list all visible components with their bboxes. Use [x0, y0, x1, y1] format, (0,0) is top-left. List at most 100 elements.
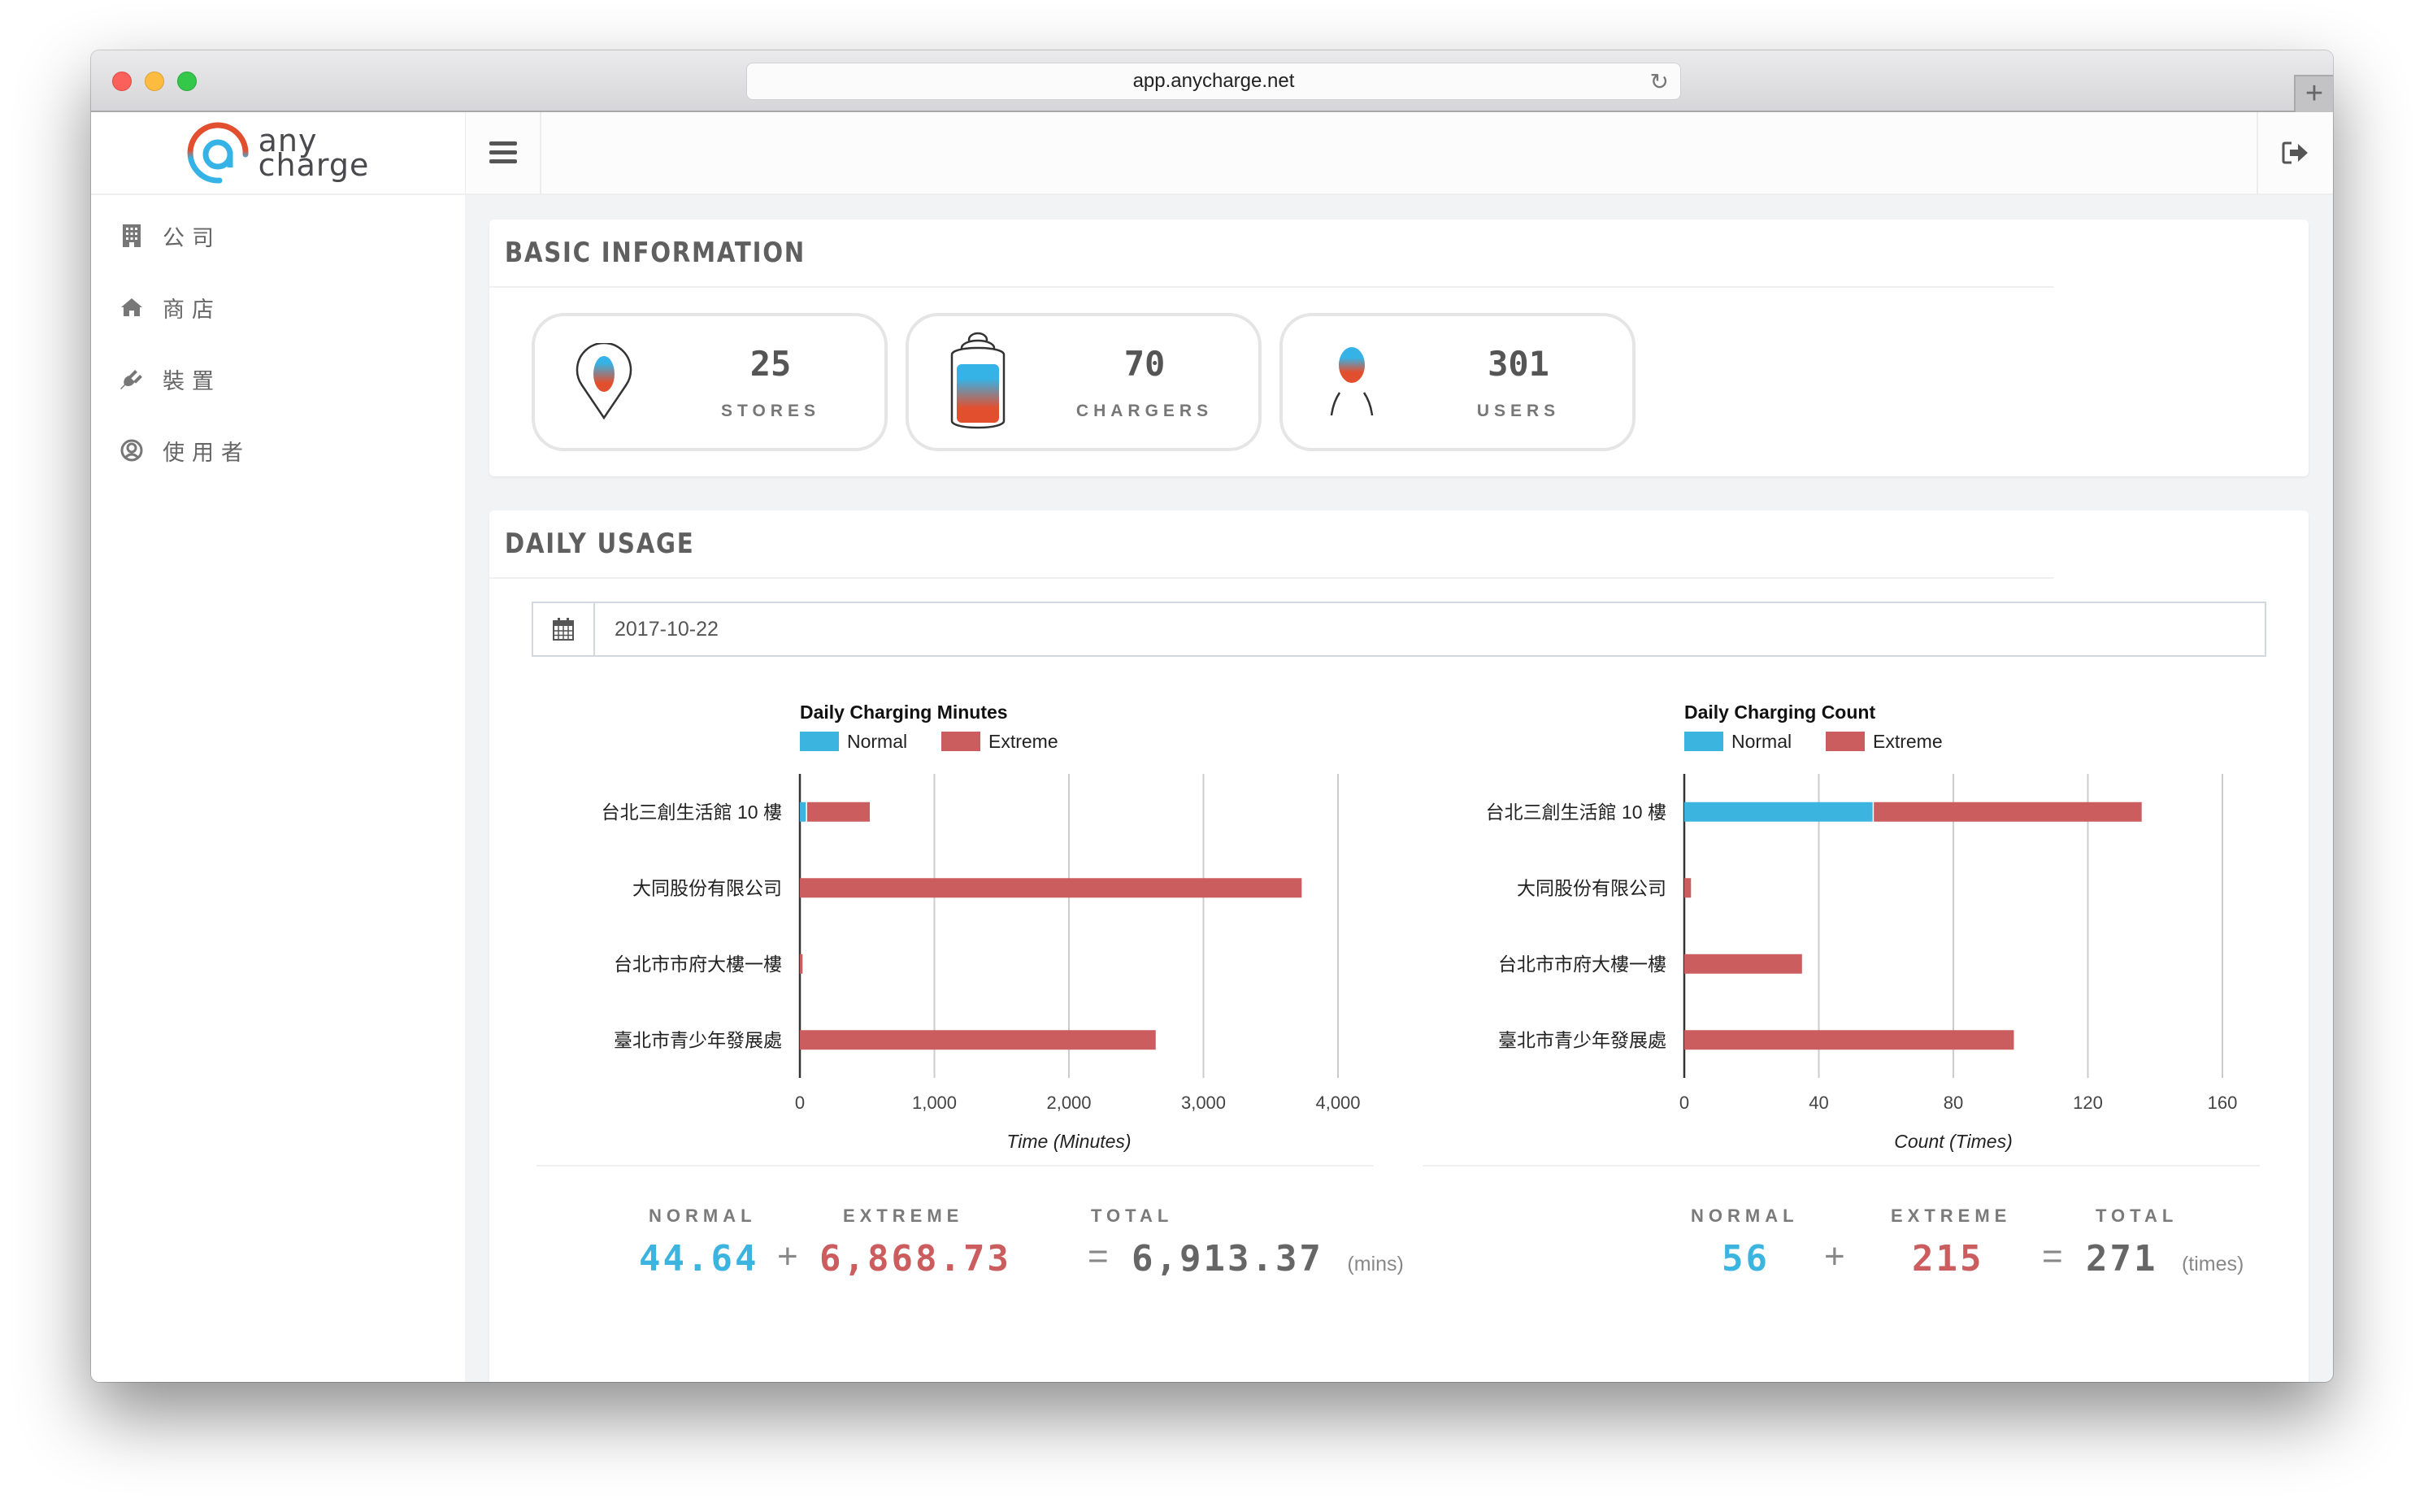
bar-normal [800, 802, 806, 822]
user-circle-icon [120, 439, 143, 462]
user-icon [1330, 347, 1374, 416]
date-input[interactable] [595, 603, 2265, 655]
total-value: 271 (times) [2086, 1238, 2244, 1280]
logo-at-icon [187, 122, 249, 184]
stat-value: 301 [1488, 343, 1549, 384]
bar-extreme [800, 878, 1302, 898]
legend-label-normal: Normal [1731, 731, 1792, 752]
x-tick-label: 3,000 [1181, 1093, 1226, 1113]
legend-swatch-extreme [941, 732, 980, 751]
anycharge-logo[interactable]: any charge [187, 122, 370, 184]
stat-card-stores[interactable]: 25 STORES [532, 313, 888, 451]
sidebar-item-label: 裝置 [163, 368, 221, 393]
close-window-button[interactable] [112, 72, 132, 91]
plus-sign: + [1824, 1236, 1845, 1276]
bar-extreme [1684, 878, 1692, 898]
chart-svg: Daily Charging Minutes Normal Extreme 0 1,00… [602, 702, 1361, 1152]
stat-card-chargers[interactable]: 70 CHARGERS [906, 313, 1262, 451]
sidebar-item-label: 商店 [163, 297, 221, 322]
stat-value: 25 [749, 343, 792, 384]
equals-sign: = [1088, 1236, 1109, 1276]
chart-title: Daily Charging Count [1684, 702, 1875, 723]
normal-value: 44.64 [639, 1238, 759, 1280]
x-tick-label: 40 [1809, 1093, 1828, 1113]
legend-label-extreme: Extreme [988, 731, 1058, 752]
extreme-label: EXTREME [843, 1206, 964, 1226]
calendar-button[interactable] [533, 603, 595, 655]
y-category-label: 台北市市府大樓一樓 [614, 954, 782, 975]
legend-swatch-normal [800, 732, 839, 751]
unit-label: (times) [2181, 1253, 2244, 1275]
x-tick-label: 160 [2208, 1093, 2238, 1113]
url-text: app.anycharge.net [1132, 70, 1295, 92]
legend-label-extreme: Extreme [1873, 731, 1943, 752]
browser-titlebar: app.anycharge.net ↻ + [91, 50, 2333, 112]
normal-label: NORMAL [649, 1206, 757, 1226]
date-picker[interactable] [532, 602, 2266, 657]
new-tab-button[interactable]: + [2294, 75, 2333, 112]
normal-label: NORMAL [1691, 1206, 1799, 1226]
section-title: DAILY USAGE [489, 511, 2054, 579]
x-tick-label: 1,000 [912, 1093, 957, 1113]
stat-label: CHARGERS [1075, 401, 1214, 420]
y-category-label: 台北三創生活館 10 樓 [1486, 802, 1666, 823]
total-label: TOTAL [1091, 1206, 1174, 1226]
legend-label-normal: Normal [847, 731, 907, 752]
x-axis-label: Time (Minutes) [1006, 1131, 1131, 1152]
logout-button[interactable] [2257, 112, 2333, 193]
home-icon [120, 296, 143, 319]
sidebar: any charge 公司 商店 裝置 使用者 [91, 112, 465, 1382]
sidebar-item-devices[interactable]: 裝置 [91, 343, 465, 415]
daily-charging-count-chart: Daily Charging Count Normal Extreme 0 40 80 12… [1416, 697, 2261, 1152]
extreme-value: 215 [1912, 1238, 1984, 1280]
sidebar-item-label: 使用者 [163, 440, 250, 465]
sidebar-item-users[interactable]: 使用者 [91, 415, 465, 486]
sidebar-item-label: 公司 [163, 225, 221, 250]
maximize-window-button[interactable] [177, 72, 197, 91]
battery-icon [950, 332, 1006, 429]
stat-label: STORES [721, 401, 820, 420]
x-tick-label: 0 [795, 1093, 805, 1113]
browser-window: app.anycharge.net ↻ + any charge 公司 商店 裝… [91, 50, 2333, 1382]
x-tick-label: 4,000 [1315, 1093, 1360, 1113]
legend-swatch-extreme [1826, 732, 1865, 751]
sidebar-item-stores[interactable]: 商店 [91, 272, 465, 343]
top-navbar [465, 112, 2333, 195]
stat-card-users[interactable]: 301 USERS [1279, 313, 1636, 451]
legend-swatch-normal [1684, 732, 1723, 751]
sign-out-icon [2282, 141, 2308, 164]
equals-sign: = [2042, 1236, 2063, 1276]
sidebar-nav: 公司 商店 裝置 使用者 [91, 195, 465, 486]
bar-extreme [806, 802, 871, 822]
bar-extreme [1684, 954, 1802, 974]
stat-label: USERS [1476, 401, 1561, 420]
x-tick-label: 0 [1679, 1093, 1689, 1113]
chart-divider-right [1423, 1165, 2260, 1167]
reload-icon[interactable]: ↻ [1650, 68, 1669, 95]
sidebar-item-company[interactable]: 公司 [91, 200, 465, 272]
address-bar[interactable]: app.anycharge.net ↻ [746, 63, 1681, 100]
chart-svg: Daily Charging Count Normal Extreme 0 40 80 12… [1486, 702, 2238, 1152]
logo-text: any charge [258, 123, 370, 183]
hamburger-menu-button[interactable] [465, 112, 541, 193]
bar-extreme [800, 1030, 1156, 1050]
daily-usage-card: DAILY USAGE Daily Charging Minutes Normal… [489, 511, 2309, 1382]
chart-title: Daily Charging Minutes [800, 702, 1008, 723]
bar-extreme [1684, 1030, 2014, 1050]
plug-icon [120, 367, 143, 390]
x-tick-label: 2,000 [1046, 1093, 1091, 1113]
brand-header: any charge [91, 112, 465, 195]
y-category-label: 台北市市府大樓一樓 [1498, 954, 1666, 975]
map-pin-icon [576, 343, 632, 420]
x-tick-label: 120 [2073, 1093, 2103, 1113]
minimize-window-button[interactable] [145, 72, 164, 91]
section-title: BASIC INFORMATION [489, 219, 2054, 288]
calendar-icon [553, 618, 574, 641]
normal-value: 56 [1722, 1238, 1770, 1280]
building-icon [120, 224, 143, 247]
y-category-label: 大同股份有限公司 [632, 877, 782, 898]
extreme-value: 6,868.73 [819, 1238, 1011, 1280]
total-label: TOTAL [2096, 1206, 2179, 1226]
total-value: 6,913.37 (mins) [1132, 1238, 1404, 1280]
bar-normal [1684, 802, 1873, 822]
